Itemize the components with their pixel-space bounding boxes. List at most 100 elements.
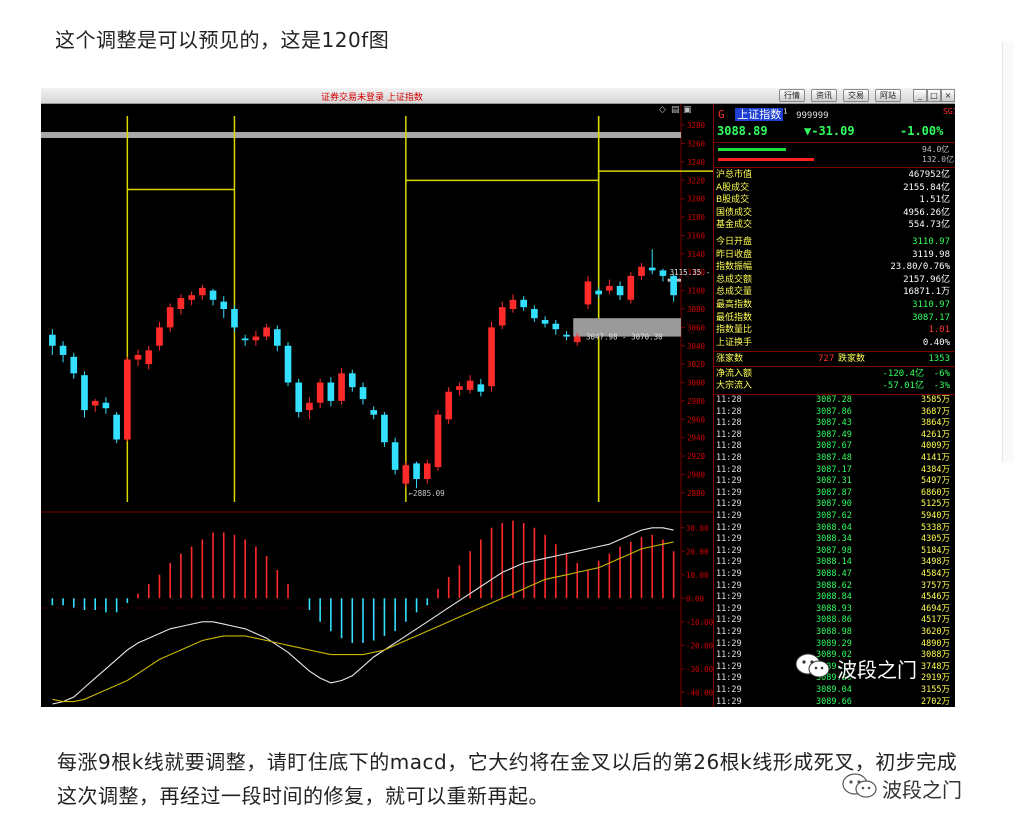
macd-tick-label: 20.00 <box>686 547 709 556</box>
stat-row: 最低指数 3087.17 <box>714 312 954 324</box>
tick-row: 11:29 3087.90 5125万 <box>714 499 954 511</box>
tick-price: 3087.86 <box>816 406 852 417</box>
candle-body <box>306 402 313 411</box>
candle-body <box>627 275 635 300</box>
candle-body <box>220 301 228 309</box>
stat-row: 沪总市值 467952亿 <box>714 169 954 181</box>
tick-volume: 6860万 <box>921 487 950 498</box>
stat-row: 总成交额 2157.96亿 <box>714 274 954 286</box>
candle-body <box>520 299 527 308</box>
tick-time: 11:29 <box>716 696 742 707</box>
button-trade[interactable]: 交易 <box>843 89 869 102</box>
sg-label: SG1 <box>943 107 955 116</box>
tick-row: 11:29 3088.84 4546万 <box>714 592 954 604</box>
price-tick-label: 3080 <box>687 305 706 314</box>
tick-price: 3089.04 <box>816 685 852 695</box>
flow-row: 大宗流入 -57.01亿 -3% <box>714 380 954 392</box>
window-titlebar: 证券交易未登录 上证指数 行情 资讯 交易 阿站 _ □ × <box>41 88 955 104</box>
stat-value: 3110.97 <box>912 237 950 247</box>
tick-price: 3088.34 <box>816 534 852 545</box>
buy-volume-bar <box>718 148 786 151</box>
stat-label: 昨日收盘 <box>716 249 753 260</box>
tick-time: 11:29 <box>716 545 742 556</box>
candle-body <box>595 290 602 295</box>
close-icon[interactable]: × <box>941 89 955 102</box>
price-tick-label: 3260 <box>687 140 706 149</box>
tick-time: 11:29 <box>716 476 742 487</box>
price-tick-label: 3040 <box>687 342 706 351</box>
macd-tick-label: -40.00 <box>686 688 713 697</box>
tick-row: 11:29 3089.04 3155万 <box>714 685 954 697</box>
tick-volume: 5338万 <box>921 522 950 533</box>
stat-row: B股成交 1.51亿 <box>714 194 954 206</box>
page-scrollbar[interactable] <box>1002 42 1013 462</box>
tick-price: 3087.17 <box>816 464 852 475</box>
price-tick-label: 2880 <box>687 489 706 498</box>
stat-label: A股成交 <box>716 182 750 193</box>
price-tick-label: 3240 <box>687 158 706 167</box>
stat-value: 1.01 <box>928 325 950 336</box>
tick-price: 3087.90 <box>816 499 852 510</box>
tick-price: 3087.31 <box>816 476 852 487</box>
flow-label: 大宗流入 <box>716 381 753 391</box>
stat-value: 4956.26亿 <box>903 207 950 218</box>
flow-value: -120.4亿 <box>882 369 924 379</box>
watermark-text: 波段之门 <box>837 658 917 682</box>
tick-volume: 4009万 <box>921 441 950 452</box>
candle-body <box>231 309 238 328</box>
toolbar-glyph: ▣ <box>683 105 692 115</box>
price-percent: -1.00% <box>900 124 944 138</box>
price-tick-label: 3100 <box>687 287 706 296</box>
toolbar-glyph: ▤ <box>671 105 680 115</box>
macd-tick-label: -20.00 <box>686 641 713 650</box>
flow-label: 净流入额 <box>716 369 753 379</box>
stat-row: A股成交 2155.84亿 <box>714 182 954 194</box>
tick-volume: 3864万 <box>921 418 950 429</box>
tick-price: 3088.04 <box>816 522 852 533</box>
tick-row: 11:29 3088.34 4305万 <box>714 534 954 546</box>
stat-row: 最高指数 3110.97 <box>714 299 954 311</box>
stat-label: 基金成交 <box>716 220 753 231</box>
tick-volume: 3757万 <box>921 580 950 591</box>
price-tick-label: 2900 <box>687 470 706 479</box>
minimize-icon[interactable]: _ <box>913 89 927 102</box>
candle-body <box>252 336 260 341</box>
tick-row: 11:28 3087.67 4009万 <box>714 441 954 453</box>
button-site[interactable]: 阿站 <box>875 89 901 102</box>
index-name[interactable]: 上证指数 <box>735 108 784 121</box>
candle-body <box>659 270 667 276</box>
price-tick-label: 3180 <box>687 213 706 222</box>
tick-time: 11:29 <box>716 650 742 661</box>
stat-row: 总成交量 16871.1万 <box>714 286 954 298</box>
candle-body <box>509 299 517 309</box>
candle-body <box>273 329 281 346</box>
stat-value: 1.51亿 <box>919 195 950 206</box>
tick-time: 11:29 <box>716 603 742 614</box>
tick-volume: 4517万 <box>921 615 950 626</box>
tick-time: 11:29 <box>716 661 742 672</box>
tick-price: 3088.98 <box>816 627 852 637</box>
candle-body <box>466 380 474 390</box>
price-tick-label: 3160 <box>687 231 706 240</box>
tick-volume: 5940万 <box>921 511 950 521</box>
flow-pct: -6% <box>933 369 950 379</box>
index-code: 999999 <box>796 111 829 121</box>
button-news[interactable]: 资讯 <box>811 89 837 102</box>
candle-body <box>124 359 131 440</box>
toolbar-glyph: ◇ <box>659 105 666 115</box>
price-change: ▼-31.09 <box>804 124 855 138</box>
price-tick-label: 3000 <box>687 379 706 388</box>
kline-chart: 3280326032403220320031803160314031203100… <box>41 104 713 707</box>
index-name-sup: 1 <box>783 107 788 116</box>
tick-time: 11:29 <box>716 685 742 695</box>
candle-body <box>402 465 410 484</box>
maximize-icon[interactable]: □ <box>927 89 941 102</box>
tick-row: 11:28 3087.17 4384万 <box>714 465 954 477</box>
page-watermark-text: 波段之门 <box>882 778 962 802</box>
tick-time: 11:29 <box>716 627 742 637</box>
rise-label: 涨家数 <box>716 354 744 364</box>
tick-time: 11:28 <box>716 464 742 475</box>
tick-price: 3088.62 <box>816 580 852 591</box>
tick-time: 11:29 <box>716 569 742 579</box>
button-quotes[interactable]: 行情 <box>779 89 805 102</box>
